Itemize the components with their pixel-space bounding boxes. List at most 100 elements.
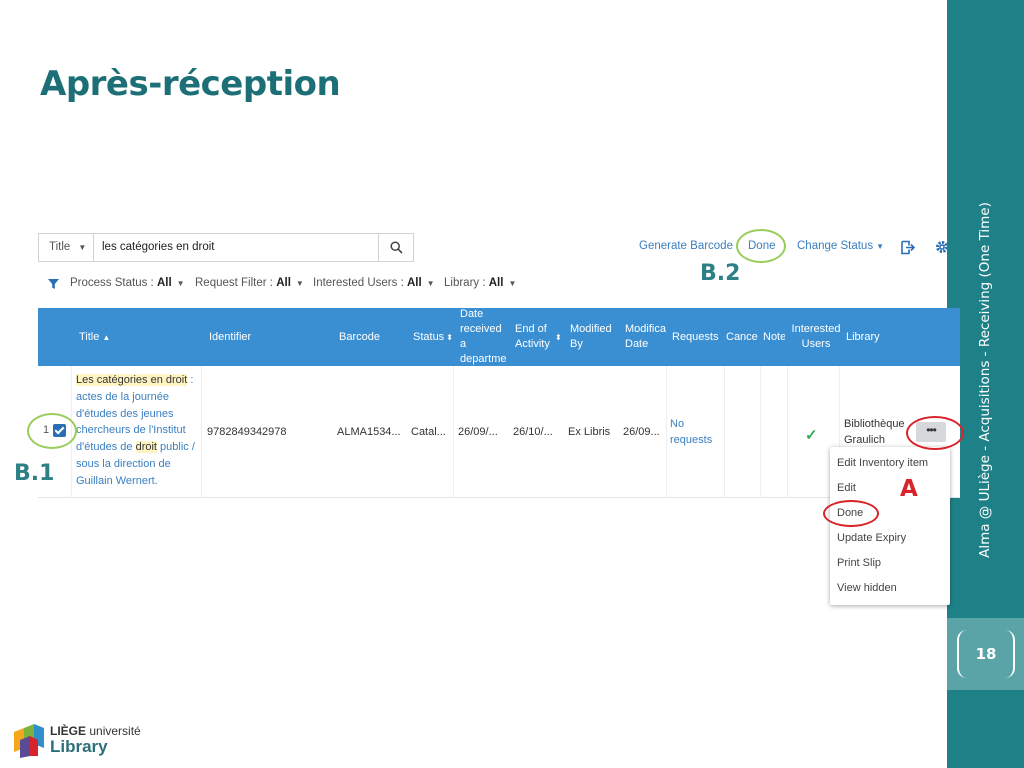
status-cell: Catal... [411,426,446,438]
identifier-cell: 9782849342978 [207,426,287,438]
cell-divider [666,366,667,498]
change-status-link[interactable]: Change Status ▼ [797,240,884,252]
slide-title: Après-réception [40,64,341,104]
title-cell[interactable]: Les catégories en droit : actes de la jo… [76,372,206,490]
cell-divider [760,366,761,498]
highlight-ring-actions [906,416,964,450]
column-label: Barcode [339,330,380,343]
filter-label: Request Filter : [195,277,273,289]
title-highlight: Les catégories en droit [76,374,188,386]
filter-process-status[interactable]: Process Status : All ▼ [70,277,185,289]
menu-item-update-expiry[interactable]: Update Expiry [837,532,906,544]
column-title[interactable]: Title ▲ [79,308,199,366]
filter-label: Process Status : [70,277,154,289]
alma-receiving-screen: Title ▼ les catégories en droit Generate … [38,222,960,502]
column-label: Status [413,330,445,343]
column-label: Identifier [209,330,252,343]
column-barcode[interactable]: Barcode [339,308,405,366]
title-highlight-2: droit [135,441,157,454]
menu-item-view-hidden[interactable]: View hidden [837,582,897,594]
search-bar[interactable]: Title ▼ les catégories en droit [38,233,414,262]
export-button[interactable] [898,238,916,256]
filter-value: All [156,277,172,289]
search-button[interactable] [378,234,413,261]
logo-mark-icon [14,724,44,758]
sidebar-caption: Alma @ ULiège - Acquisitions - Receiving… [977,202,993,558]
highlight-ring-done [736,229,786,263]
cell-divider [724,366,725,498]
menu-item-edit-inventory[interactable]: Edit Inventory item [837,457,928,469]
menu-item-edit[interactable]: Edit [837,482,856,494]
column-label: Library [846,330,880,343]
logo-line-2: Library [50,737,108,756]
sort-icon: ⬍ [446,332,453,342]
column-status[interactable]: Status ⬍ [413,308,461,366]
logo-liege: LIÈGE [50,724,87,738]
end-of-activity-cell: 26/10/... [513,426,553,438]
chevron-down-icon: ▼ [78,243,87,252]
callout-b2: B.2 [700,261,741,286]
sort-icon: ⬍ [555,332,562,342]
highlight-ring-done-menu [823,500,879,527]
filter-request[interactable]: Request Filter : All ▼ [195,277,304,289]
column-label: Title [79,330,100,343]
gear-icon [936,241,948,253]
page-number: 18 [957,630,1015,678]
filter-label: Interested Users : [313,277,404,289]
column-modified-by[interactable]: Modified By [570,308,618,366]
check-icon: ✓ [805,427,818,444]
search-input[interactable]: les catégories en droit [102,234,215,261]
uliege-library-logo: LIÈGE université Library [14,720,154,762]
change-status-label: Change Status [797,240,874,252]
filter-icon [48,279,59,289]
column-library[interactable]: Library [846,308,906,366]
column-identifier[interactable]: Identifier [209,308,329,366]
filter-bar: Process Status : All ▼ Request Filter : A… [38,270,960,300]
column-interested-users[interactable]: Interested Users [790,308,842,366]
table-row[interactable]: 1 Les catégories en droit : actes de la … [38,366,960,498]
logo-universite: université [89,724,141,738]
callout-a: A [900,476,918,502]
logo-line-1: LIÈGE université [50,724,141,738]
requests-cell[interactable]: No requests [670,366,720,498]
date-received-cell: 26/09/... [458,426,498,438]
table-header: Title ▲ Identifier Barcode Status ⬍ Date r… [38,308,960,366]
column-label: Interested Users [791,323,841,350]
settings-button[interactable] [933,238,951,256]
chevron-down-icon: ▼ [295,279,304,288]
highlight-ring-checkbox [27,413,77,449]
sort-asc-icon: ▲ [102,332,111,342]
filter-value: All [406,277,422,289]
column-label: Modified By [570,323,612,350]
barcode-cell: ALMA1534... [337,426,401,438]
search-type-select[interactable]: Title ▼ [39,234,94,261]
column-requests[interactable]: Requests [672,308,722,366]
column-modification-date[interactable]: Modifica Date [625,308,667,366]
cell-divider [453,366,454,498]
column-label: Note [763,330,785,343]
chevron-down-icon: ▼ [176,279,185,288]
filter-value: All [488,277,504,289]
column-end-of-activity[interactable]: End of Activity [515,308,555,366]
chevron-down-icon: ▼ [876,242,885,251]
column-label: Requests [672,330,719,343]
modification-date-cell: 26/09... [623,426,660,438]
column-label: End of Activity [515,323,550,350]
filter-label: Library : [444,277,486,289]
column-date-received[interactable]: Date received a departme [460,308,508,366]
column-label: Cance [726,330,758,343]
filter-library[interactable]: Library : All ▼ [444,277,516,289]
chevron-down-icon: ▼ [508,279,517,288]
search-type-label: Title [49,241,71,253]
generate-barcode-link[interactable]: Generate Barcode [639,240,733,252]
column-label: Modifica Date [625,323,666,350]
column-cancel[interactable]: Cance [726,308,758,366]
filter-value: All [276,277,291,289]
modified-by-cell: Ex Libris [568,426,611,438]
menu-item-print-slip[interactable]: Print Slip [837,557,881,569]
chevron-down-icon: ▼ [426,279,435,288]
filter-interested-users[interactable]: Interested Users : All ▼ [313,277,435,289]
column-note[interactable]: Note [763,308,785,366]
search-icon [389,241,403,254]
export-icon [900,240,915,254]
